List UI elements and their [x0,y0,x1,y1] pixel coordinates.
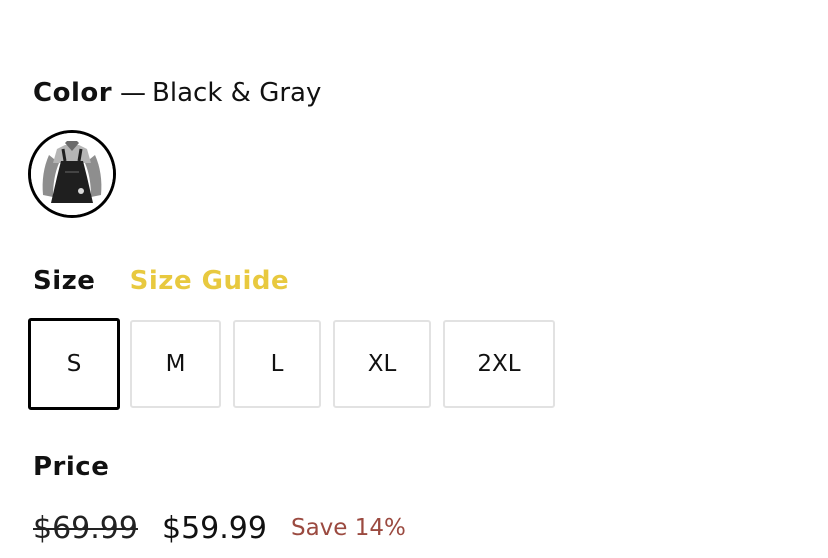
size-option-xl[interactable]: XL [333,320,431,408]
dress-thumbnail-icon [31,133,113,215]
size-guide-link[interactable]: Size Guide [130,266,289,296]
price-label: Price [33,452,110,482]
color-swatch-black-gray[interactable] [28,130,116,218]
savings-badge: Save 14% [290,515,406,541]
size-label: Size [33,266,96,296]
current-price: $59.99 [161,510,267,546]
color-heading: Color — Black & Gray [33,76,321,110]
color-dash: — [120,78,147,108]
size-option-2xl[interactable]: 2XL [443,320,555,408]
size-option-s[interactable]: S [28,318,120,410]
size-option-m[interactable]: M [130,320,221,408]
color-value: Black & Gray [152,78,322,108]
color-label: Color [33,78,113,108]
size-heading: Size Size Guide [33,264,289,298]
price-row: $69.99 $59.99 Save 14% [33,508,406,548]
size-options: S M L XL 2XL [28,318,567,410]
original-price: $69.99 [33,510,138,546]
size-option-l[interactable]: L [233,320,321,408]
product-options: Color — Black & Gray Size Size Guide S M L… [0,0,828,558]
